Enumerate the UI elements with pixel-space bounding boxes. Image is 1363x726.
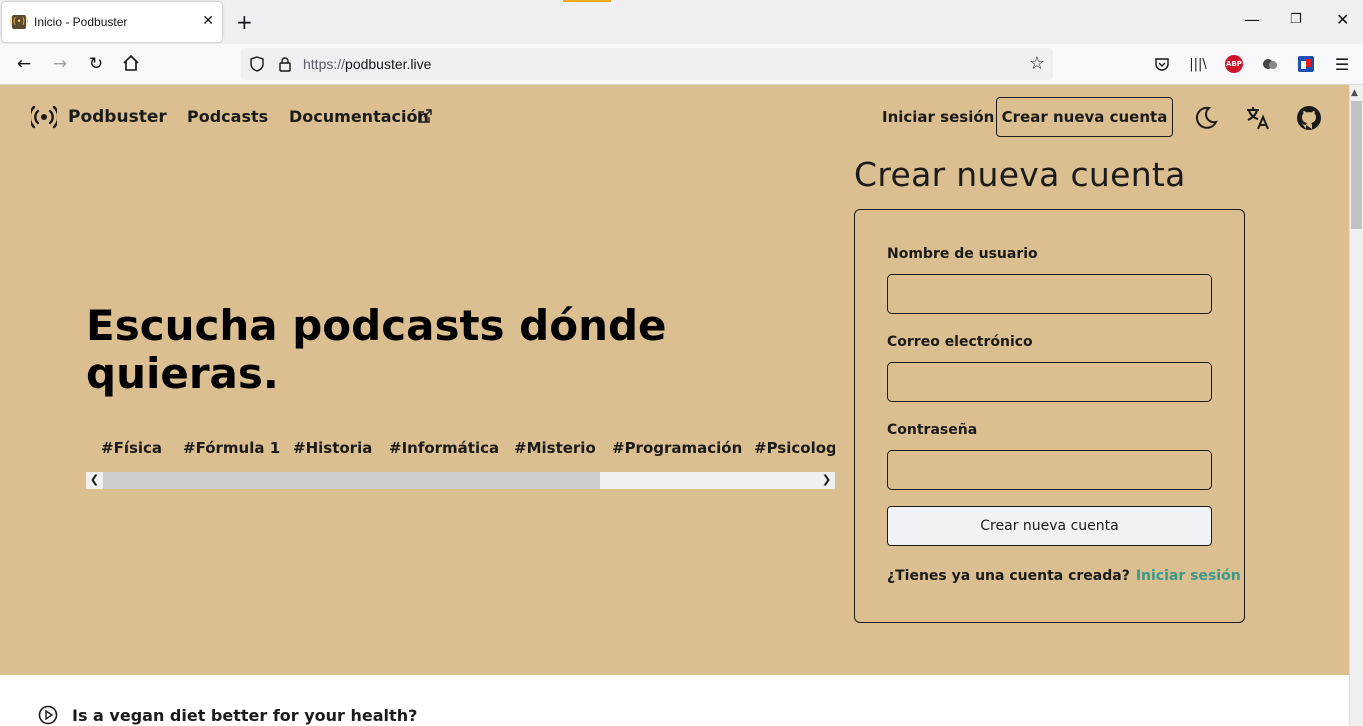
tag-item[interactable]: #Misterio: [514, 439, 596, 457]
url-prefix: https://: [303, 56, 346, 72]
restore-button[interactable]: ❐: [1290, 12, 1302, 28]
form-footer: ¿Tienes ya una cuenta creada? Iniciar ses…: [887, 568, 1241, 584]
url-host: podbuster.live: [345, 56, 432, 72]
lock-icon[interactable]: [277, 56, 293, 72]
email-field[interactable]: [887, 362, 1212, 402]
email-label: Correo electrónico: [887, 334, 1033, 350]
podbuster-favicon-icon: ((•)): [9, 15, 29, 29]
nav-podcasts-link[interactable]: Podcasts: [187, 107, 268, 126]
scroll-left-icon[interactable]: ❮: [87, 473, 102, 486]
tag-item[interactable]: #Psicología: [754, 439, 835, 457]
browser-navbar: ← → ↻ https://podbuster.live ☆ |||\ ABP …: [0, 44, 1363, 85]
password-label: Contraseña: [887, 422, 978, 438]
password-field[interactable]: [887, 450, 1212, 490]
moon-icon[interactable]: [1193, 105, 1219, 131]
back-arrow-icon[interactable]: ←: [14, 54, 34, 74]
forward-arrow-icon[interactable]: →: [50, 54, 70, 74]
page: Podbuster Podcasts Documentación Iniciar…: [0, 85, 1349, 726]
home-icon[interactable]: [121, 54, 141, 74]
tag-item[interactable]: #Física: [101, 439, 162, 457]
play-icon[interactable]: [38, 705, 58, 725]
username-field[interactable]: [887, 274, 1212, 314]
footer-text: ¿Tienes ya una cuenta creada?: [887, 568, 1130, 584]
reload-icon[interactable]: ↻: [86, 54, 106, 74]
browser-tabbar: ((•)) Inicio - Podbuster ✕ + — ❐ ✕: [0, 0, 1363, 44]
translate-icon[interactable]: [1245, 105, 1271, 131]
container-icon[interactable]: [1297, 55, 1315, 73]
github-icon[interactable]: [1296, 105, 1322, 131]
close-tab-icon[interactable]: ✕: [202, 14, 214, 28]
browser-tab[interactable]: ((•)) Inicio - Podbuster ✕: [2, 2, 222, 42]
login-link[interactable]: Iniciar sesión: [882, 108, 994, 126]
hero-title: Escucha podcasts dónde quieras.: [86, 301, 667, 398]
podcast-logo-icon[interactable]: [31, 105, 57, 129]
tags-horizontal-scrollbar[interactable]: ❮ ❯: [86, 472, 835, 489]
adblock-icon[interactable]: ABP: [1225, 55, 1243, 73]
scroll-thumb[interactable]: [103, 472, 600, 489]
library-icon[interactable]: |||\: [1189, 55, 1207, 73]
username-label: Nombre de usuario: [887, 246, 1038, 262]
url-text[interactable]: https://podbuster.live: [303, 56, 431, 72]
bookmark-star-icon[interactable]: ☆: [1029, 53, 1045, 74]
tag-list: #Física #Fórmula 1 #Historia #Informátic…: [86, 435, 835, 465]
tab-title: Inicio - Podbuster: [34, 15, 128, 29]
close-window-button[interactable]: ✕: [1336, 12, 1349, 28]
url-bar[interactable]: https://podbuster.live ☆: [241, 48, 1053, 80]
tag-item[interactable]: #Fórmula 1: [183, 439, 280, 457]
scroll-right-icon[interactable]: ❯: [819, 473, 834, 486]
extension-icon[interactable]: [1261, 55, 1279, 73]
episode-item[interactable]: Is a vegan diet better for your health?: [38, 705, 417, 725]
scroll-up-icon[interactable]: ▲: [1351, 88, 1358, 98]
form-heading: Crear nueva cuenta: [854, 155, 1186, 194]
tag-item[interactable]: #Programación: [612, 439, 742, 457]
tag-item[interactable]: #Informática: [389, 439, 499, 457]
submit-signup-button[interactable]: Crear nueva cuenta: [887, 506, 1212, 546]
tab-accent: [563, 0, 611, 2]
footer-login-link[interactable]: Iniciar sesión: [1136, 568, 1241, 584]
new-tab-button[interactable]: +: [236, 12, 253, 32]
external-link-icon: [418, 109, 432, 123]
site-name[interactable]: Podbuster: [68, 107, 167, 127]
hero-section: Podbuster Podcasts Documentación Iniciar…: [0, 85, 1349, 675]
page-scroll-thumb[interactable]: [1351, 101, 1362, 229]
menu-icon[interactable]: ☰: [1333, 55, 1351, 74]
tracking-shield-icon[interactable]: [249, 56, 265, 72]
pocket-icon[interactable]: [1153, 55, 1171, 73]
signup-button[interactable]: Crear nueva cuenta: [996, 97, 1173, 137]
signup-form: Nombre de usuario Correo electrónico Con…: [854, 209, 1245, 623]
nav-docs-link[interactable]: Documentación: [289, 107, 429, 126]
tag-item[interactable]: #Historia: [293, 439, 372, 457]
episode-title[interactable]: Is a vegan diet better for your health?: [72, 706, 417, 725]
minimize-button[interactable]: —: [1244, 12, 1260, 28]
